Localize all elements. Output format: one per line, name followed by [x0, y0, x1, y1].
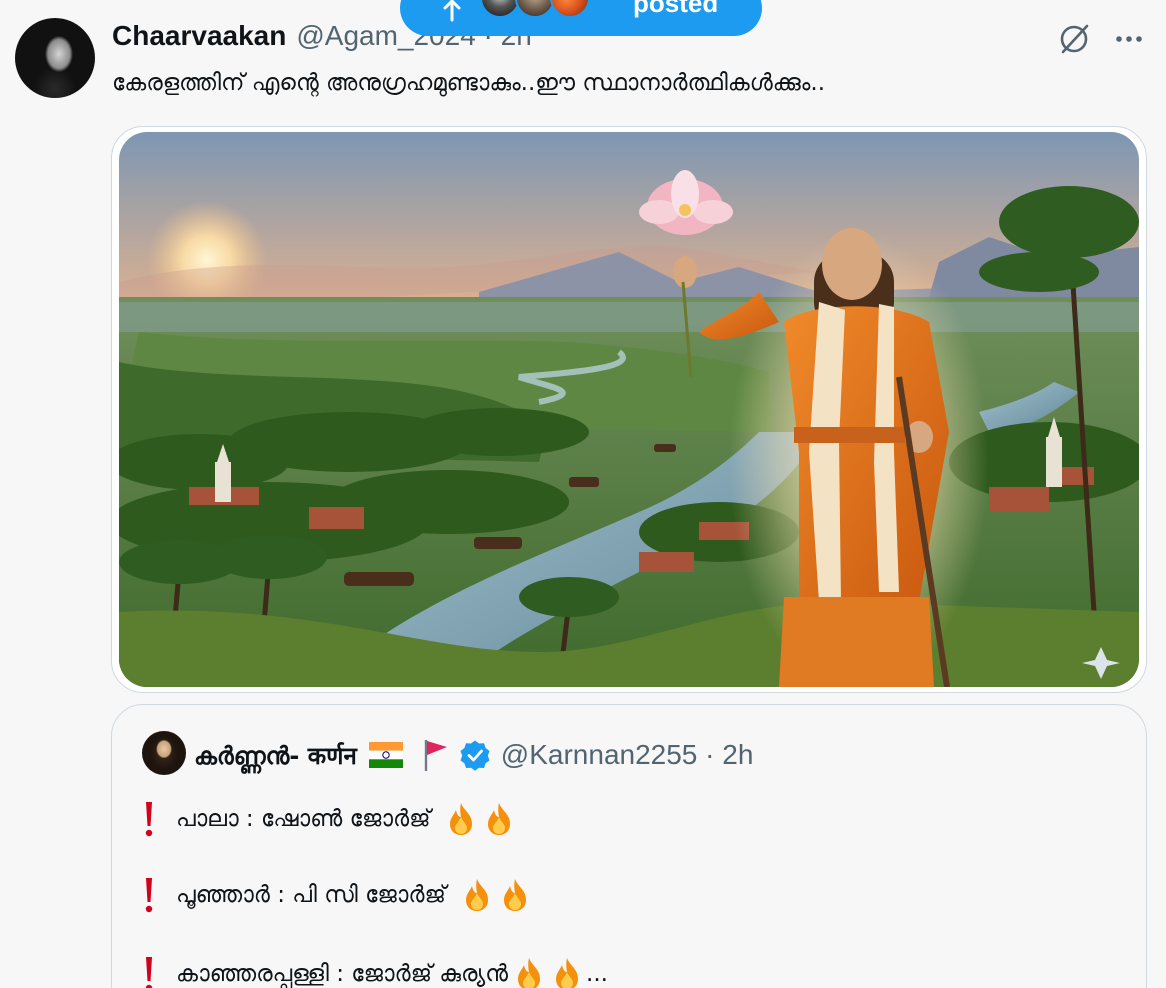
arrow-up-icon [443, 0, 461, 22]
pill-avatar [515, 0, 555, 18]
quoted-line-text: കാഞ്ഞരപ്പള്ളി : ജോർജ് കുര്യൻ [176, 961, 509, 987]
pill-avatar [480, 0, 520, 18]
quoted-author-display-name[interactable]: കർണ്ണൻ- कर्णन [194, 739, 357, 772]
red-flag-icon [424, 740, 447, 771]
post-text: കേരളത്തിന് എന്റെ അനുഗ്രഹമുണ്ടാകും..ഈ സ്ഥ… [112, 70, 826, 96]
author-display-name[interactable]: Chaarvaakan [112, 20, 286, 52]
quoted-line: പാലാ : ഷോൺ ജോർജ് [142, 798, 516, 840]
pill-label: posted [633, 0, 719, 18]
quoted-line: പൂഞ്ഞാർ : പി സി ജോർജ് [142, 874, 532, 916]
exclamation-icon [145, 878, 153, 913]
fire-icon [556, 958, 579, 988]
truncation-ellipsis: ... [586, 961, 608, 987]
fire-icon [488, 803, 511, 835]
timeline-post: posted Chaarvaakan @Agam_2024 · 2h കേരളത… [0, 0, 1166, 988]
fire-icon [450, 803, 473, 835]
post-image[interactable] [119, 132, 1139, 687]
quoted-line-text: പൂഞ്ഞാർ : പി സി ജോർജ് [176, 882, 446, 908]
grok-icon[interactable] [1057, 22, 1091, 56]
quoted-line-text: പാലാ : ഷോൺ ജോർജ് [176, 806, 431, 832]
quoted-post[interactable]: കർണ്ണൻ- कर्णन @Karnnan2255 · 2h പാലാ: ഷ… [111, 704, 1147, 988]
fire-icon [518, 958, 541, 988]
fire-icon [503, 879, 526, 911]
new-posts-pill[interactable]: posted [400, 0, 762, 36]
more-icon[interactable] [1112, 22, 1146, 56]
verified-badge-icon [460, 740, 490, 771]
quoted-post-header: കർണ്ണൻ- कर्णन @Karnnan2255 · 2h [194, 733, 753, 777]
fire-icon [465, 879, 488, 911]
pill-avatar [550, 0, 590, 18]
india-flag-icon [368, 742, 403, 768]
media-card[interactable] [111, 126, 1147, 693]
quoted-line: കാഞ്ഞരപ്പള്ളി : ജോർജ് കുര്യൻ ... [142, 953, 608, 988]
quoted-author-handle-time[interactable]: @Karnnan2255 · 2h [501, 739, 754, 771]
exclamation-icon [145, 802, 153, 837]
author-avatar[interactable] [15, 18, 95, 98]
exclamation-icon [145, 957, 153, 988]
quoted-author-avatar[interactable] [142, 731, 186, 775]
